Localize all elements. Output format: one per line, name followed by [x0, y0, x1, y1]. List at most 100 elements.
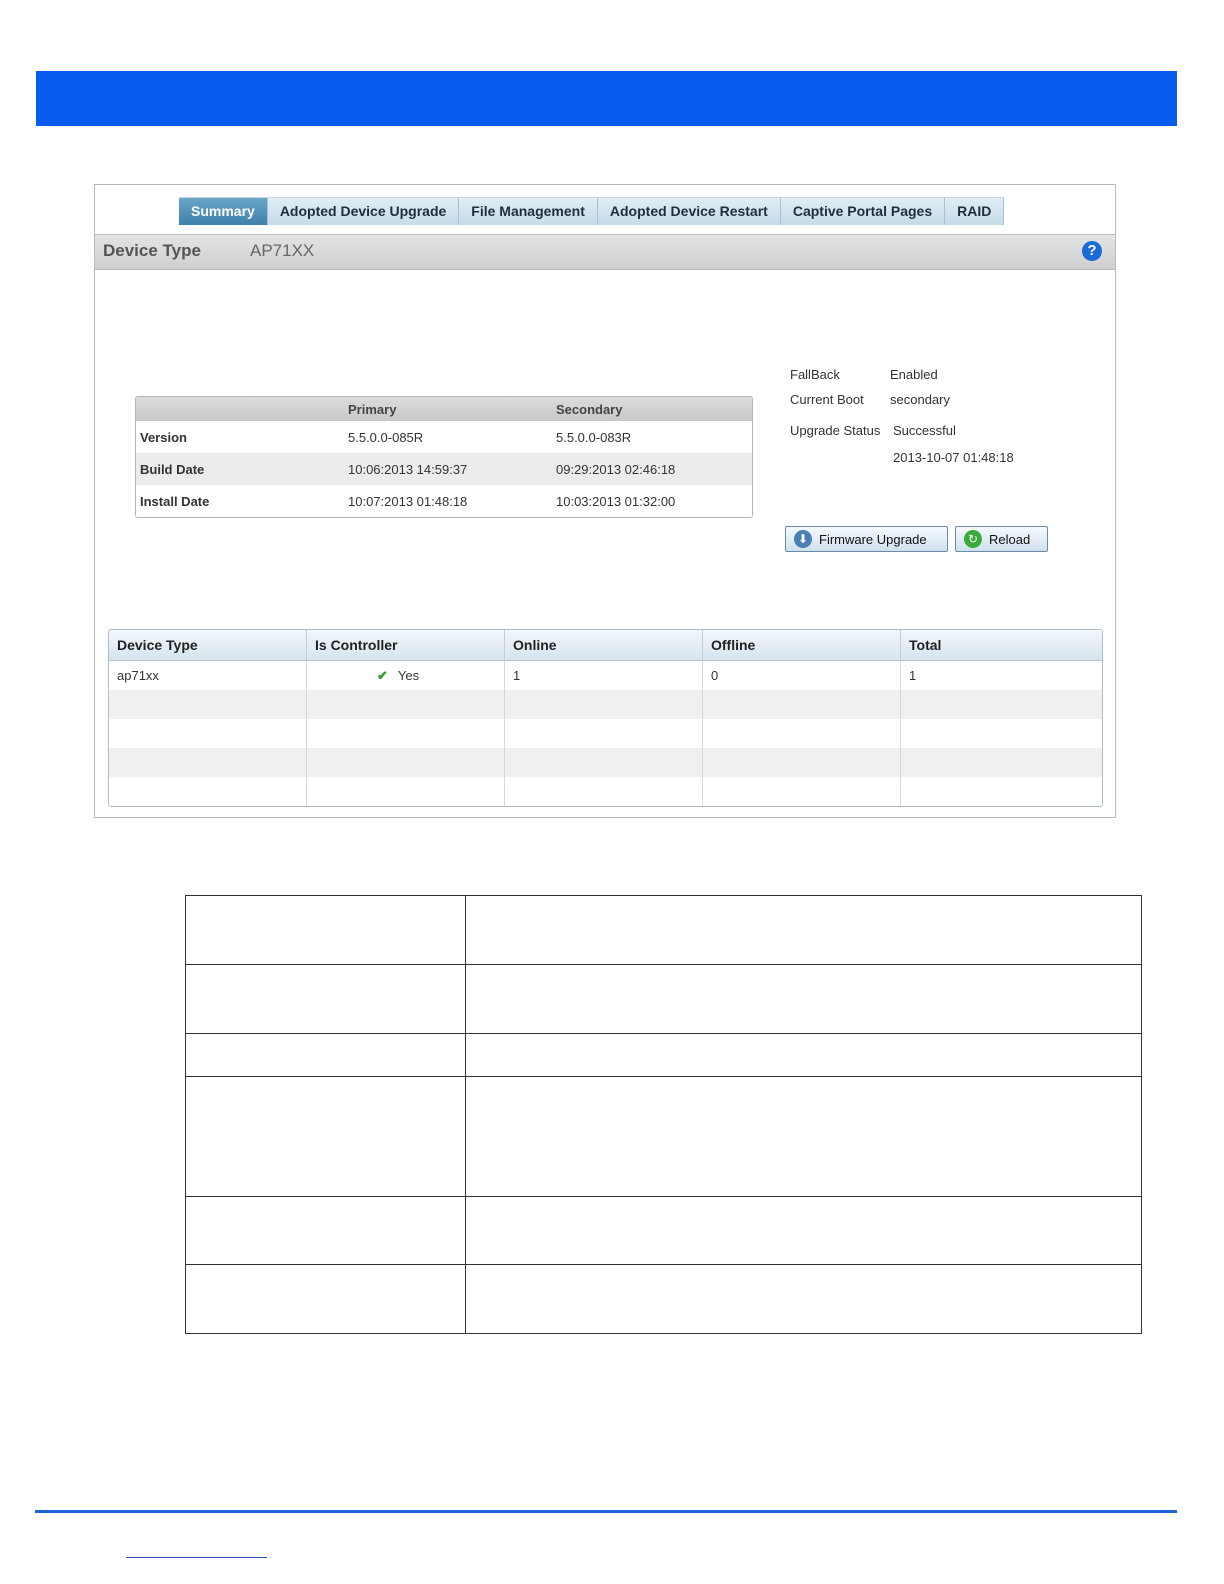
empty-cell [307, 719, 505, 748]
empty-cell [307, 690, 505, 719]
empty-cell [185, 1196, 466, 1265]
upgrade-status-label: Upgrade Status [790, 423, 881, 438]
empty-cell [109, 690, 307, 719]
primary-value: 5.5.0.0-085R [344, 421, 552, 453]
empty-cell [109, 719, 307, 748]
row-label: Build Date [136, 453, 344, 485]
empty-cell [901, 748, 1102, 777]
firmware-table: Primary Secondary Version 5.5.0.0-085R 5… [135, 396, 753, 518]
description-table [185, 895, 1142, 1334]
empty-cell [505, 777, 703, 806]
tab-file-management[interactable]: File Management [459, 198, 598, 225]
empty-cell [185, 1076, 466, 1197]
secondary-value: 5.5.0.0-083R [552, 421, 752, 453]
firmware-header-primary: Primary [344, 397, 552, 421]
empty-cell [465, 895, 1142, 965]
empty-cell [703, 777, 901, 806]
primary-value: 10:06:2013 14:59:37 [344, 453, 552, 485]
table-row: Install Date 10:07:2013 01:48:18 10:03:2… [136, 485, 752, 517]
total-cell: 1 [901, 661, 1102, 690]
reload-button[interactable]: ↻ Reload [955, 526, 1048, 552]
empty-cell [703, 719, 901, 748]
empty-cell [465, 1033, 1142, 1077]
help-icon[interactable]: ? [1082, 241, 1102, 261]
is-controller-cell: ✔ Yes [307, 661, 505, 690]
table-row [109, 690, 1102, 719]
empty-cell [109, 748, 307, 777]
current-boot-label: Current Boot [790, 392, 864, 407]
table-row [185, 1076, 1142, 1197]
is-controller-value: Yes [397, 667, 420, 683]
footer-link-underline [126, 1557, 267, 1558]
table-row: Version 5.5.0.0-085R 5.5.0.0-083R [136, 421, 752, 453]
primary-value: 10:07:2013 01:48:18 [344, 485, 552, 517]
secondary-value: 10:03:2013 01:32:00 [552, 485, 752, 517]
firmware-upgrade-label: Firmware Upgrade [819, 531, 927, 547]
empty-cell [109, 777, 307, 806]
empty-cell [465, 964, 1142, 1034]
device-type-bar: Device Type AP71XX ? [95, 234, 1115, 270]
column-header-online[interactable]: Online [505, 630, 703, 661]
empty-cell [465, 1196, 1142, 1265]
empty-cell [307, 777, 505, 806]
table-row [185, 964, 1142, 1034]
empty-cell [307, 748, 505, 777]
table-row [109, 748, 1102, 777]
header-bar [36, 71, 1177, 126]
upgrade-timestamp: 2013-10-07 01:48:18 [893, 450, 1014, 465]
table-row: Build Date 10:06:2013 14:59:37 09:29:201… [136, 453, 752, 485]
reload-label: Reload [989, 531, 1031, 547]
table-row[interactable]: ap71xx ✔ Yes 1 0 1 [109, 661, 1102, 690]
table-row [185, 1196, 1142, 1265]
column-header-offline[interactable]: Offline [703, 630, 901, 661]
firmware-upgrade-icon: ⬇ [794, 530, 812, 548]
upgrade-status-value: Successful [893, 423, 956, 438]
empty-cell [703, 748, 901, 777]
empty-cell [703, 690, 901, 719]
column-header-device-type[interactable]: Device Type [109, 630, 307, 661]
empty-cell [505, 690, 703, 719]
table-row [185, 1264, 1142, 1334]
table-row [109, 719, 1102, 748]
fallback-label: FallBack [790, 367, 840, 382]
empty-cell [505, 719, 703, 748]
empty-cell [901, 719, 1102, 748]
device-type-label: Device Type [103, 241, 201, 260]
empty-cell [901, 777, 1102, 806]
row-label: Install Date [136, 485, 344, 517]
empty-cell [185, 964, 466, 1034]
fallback-value: Enabled [890, 367, 938, 382]
tab-adopted-device-restart[interactable]: Adopted Device Restart [597, 198, 781, 225]
tab-adopted-device-upgrade[interactable]: Adopted Device Upgrade [267, 198, 460, 225]
reload-icon: ↻ [964, 530, 982, 548]
current-boot-value: secondary [890, 392, 950, 407]
tab-captive-portal-pages[interactable]: Captive Portal Pages [780, 198, 946, 225]
empty-cell [465, 1264, 1142, 1334]
table-row [109, 777, 1102, 806]
tab-summary[interactable]: Summary [179, 198, 268, 225]
summary-panel: Summary Adopted Device Upgrade File Mana… [94, 184, 1116, 818]
empty-cell [185, 1264, 466, 1334]
empty-cell [185, 1033, 466, 1077]
empty-cell [901, 690, 1102, 719]
offline-cell: 0 [703, 661, 901, 690]
device-type-cell: ap71xx [109, 661, 307, 690]
tab-raid[interactable]: RAID [945, 198, 1005, 225]
firmware-header-blank [136, 397, 344, 421]
row-label: Version [136, 421, 344, 453]
table-row [185, 1033, 1142, 1077]
tab-bar: Summary Adopted Device Upgrade File Mana… [179, 197, 1005, 226]
firmware-header-secondary: Secondary [552, 397, 752, 421]
firmware-upgrade-button[interactable]: ⬇ Firmware Upgrade [785, 526, 948, 552]
column-header-total[interactable]: Total [901, 630, 1102, 661]
empty-cell [185, 895, 466, 965]
device-type-value: AP71XX [250, 241, 315, 260]
footer-divider [35, 1510, 1177, 1513]
column-header-is-controller[interactable]: Is Controller [307, 630, 505, 661]
empty-cell [505, 748, 703, 777]
device-summary-table: Device Type Is Controller Online Offline… [108, 629, 1103, 807]
table-row [185, 895, 1142, 965]
secondary-value: 09:29:2013 02:46:18 [552, 453, 752, 485]
checkmark-icon: ✔ [377, 667, 388, 683]
empty-cell [465, 1076, 1142, 1197]
